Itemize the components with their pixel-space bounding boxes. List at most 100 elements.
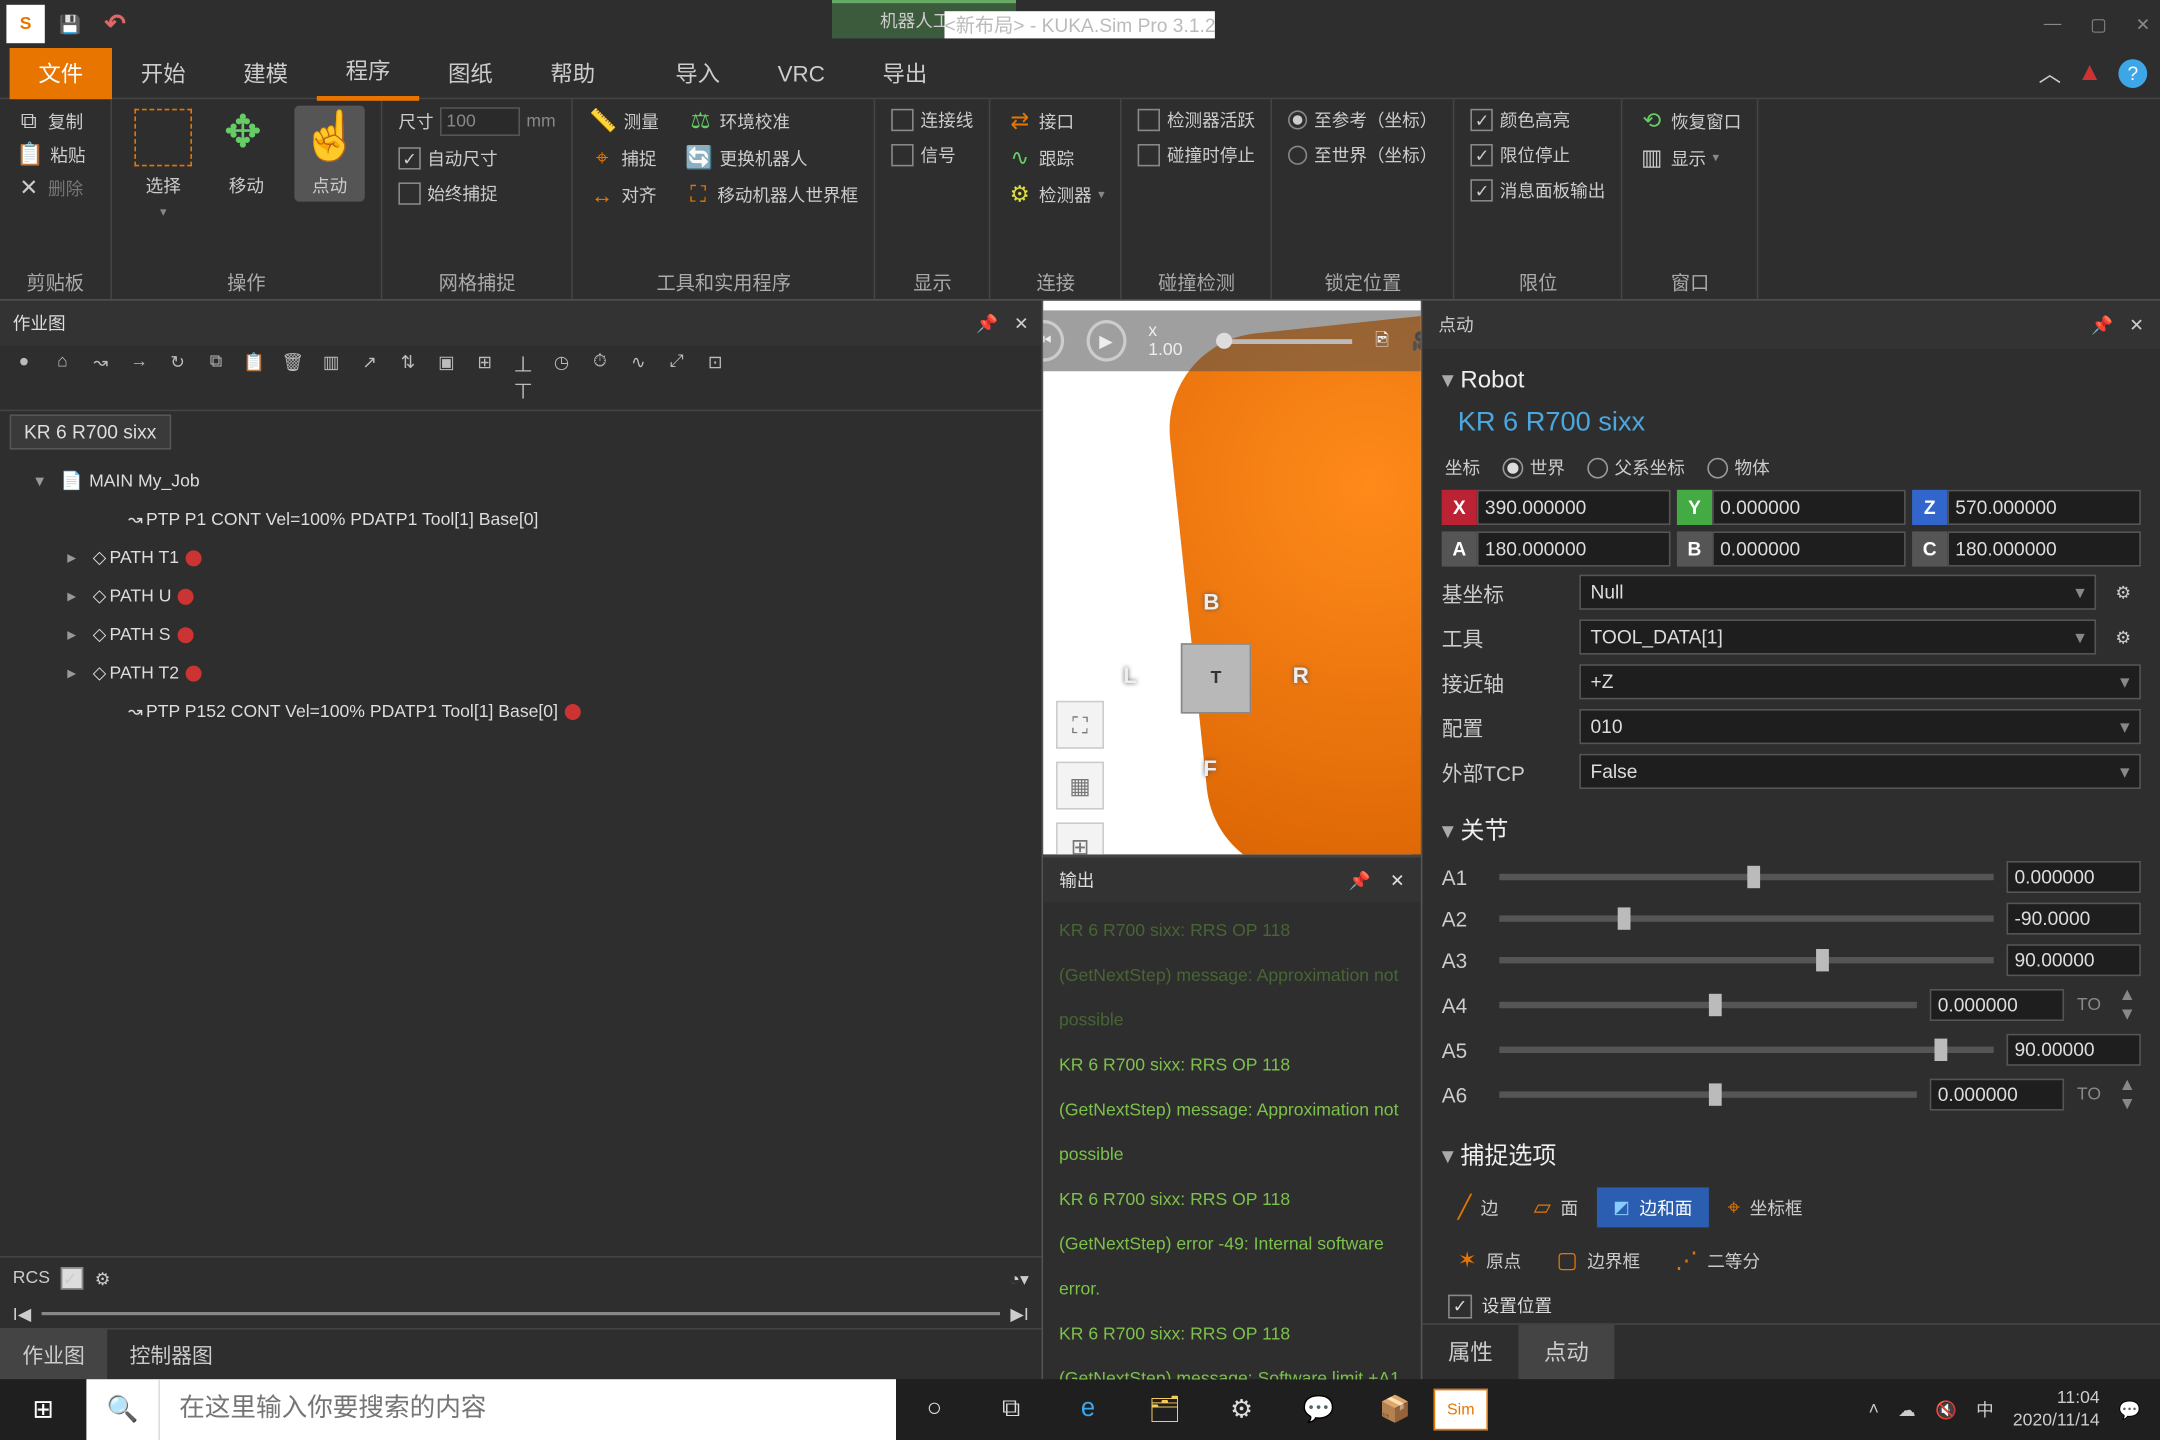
move-button[interactable]: 移动 [211, 106, 281, 202]
tb-icon[interactable]: 丄丅 [509, 352, 538, 403]
explorer-icon[interactable]: 🗂 [1126, 1379, 1203, 1440]
section-joints[interactable]: 关节 [1435, 803, 2147, 856]
taskview-icon[interactable]: ⧉ [973, 1379, 1050, 1440]
gear-icon[interactable]: ⚙ [95, 1268, 111, 1289]
timeline[interactable]: I◀▶I [0, 1299, 1042, 1328]
navcube-top[interactable]: T [1181, 643, 1251, 713]
breadcrumb-robot[interactable]: KR 6 R700 sixx [10, 414, 171, 449]
tb-icon[interactable]: ▥ [317, 352, 346, 403]
coord-x-input[interactable] [1477, 490, 1671, 525]
snap-button[interactable]: ⌖捕捉 [589, 142, 656, 172]
tb-icon[interactable]: 🗑 [278, 352, 307, 403]
search-icon[interactable]: 🔍 [86, 1379, 160, 1440]
base-gear-icon[interactable]: ⚙ [2106, 574, 2141, 609]
timeline-end-icon[interactable]: ▶I [1010, 1303, 1028, 1324]
maximize-icon[interactable]: ▢ [2090, 14, 2107, 35]
stop-on-collision-checkbox[interactable]: 碰撞时停止 [1138, 141, 1255, 170]
kukasim-icon[interactable]: Sim [1434, 1389, 1488, 1431]
tool-gear-icon[interactable]: ⚙ [2106, 619, 2141, 654]
grid-size-input[interactable] [440, 107, 520, 136]
approach-dropdown[interactable]: +Z [1579, 664, 2141, 699]
ribbon-collapse-icon[interactable]: ︿ [2039, 57, 2061, 89]
joint-slider[interactable] [1499, 874, 1993, 880]
set-position-checkbox[interactable]: ✓设置位置 [1435, 1286, 2147, 1323]
joint-value-input[interactable] [2006, 861, 2140, 893]
section-snap[interactable]: 捕捉选项 [1435, 1128, 2147, 1181]
tb-icon[interactable]: 📋 [240, 352, 269, 403]
tray-notifications-icon[interactable]: 💬 [2119, 1399, 2141, 1420]
wechat-icon[interactable]: 💬 [1280, 1379, 1357, 1440]
measure-button[interactable]: 📏测量 [589, 106, 659, 136]
joint-spinner[interactable]: ▲▼ [2118, 986, 2140, 1024]
alert-icon[interactable]: ▲ [2077, 58, 2102, 87]
pin-icon[interactable]: 📌 [976, 313, 998, 334]
tb-icon[interactable]: ↝ [86, 352, 115, 403]
paste-button[interactable]: 📋粘贴 [16, 139, 86, 169]
tab-controller[interactable]: 控制器图 [107, 1330, 235, 1380]
tb-icon[interactable]: ◷ [547, 352, 576, 403]
tab-file[interactable]: 文件 [10, 47, 112, 98]
output-pin-icon[interactable]: 📌 [1349, 870, 1371, 891]
save-icon[interactable]: 💾 [51, 5, 89, 43]
detector-button[interactable]: ⚙检测器▾ [1007, 179, 1105, 209]
sim-rewind-icon[interactable]: ⏮ [1043, 320, 1064, 362]
sim-export-pdf-icon[interactable]: 🖻 [1375, 326, 1389, 356]
help-icon[interactable]: ? [2118, 58, 2147, 87]
joint-value-input[interactable] [2006, 902, 2140, 934]
tab-help[interactable]: 帮助 [522, 47, 624, 98]
tb-icon[interactable]: ⧉ [202, 352, 231, 403]
trace-button[interactable]: ∿跟踪 [1007, 142, 1074, 172]
view-grid-icon[interactable]: ⊞ [1056, 822, 1104, 854]
tray-expand-icon[interactable]: ˄ [1869, 1400, 1879, 1419]
coord-world-radio[interactable]: 世界 [1502, 454, 1564, 480]
minimize-icon[interactable]: ― [2044, 14, 2062, 35]
copy-button[interactable]: ⧉复制 [16, 106, 83, 136]
tray-clock[interactable]: 11:042020/11/14 [2013, 1387, 2100, 1432]
select-button[interactable]: 选择▾ [128, 106, 198, 223]
tab-start[interactable]: 开始 [112, 47, 214, 98]
joint-slider[interactable] [1499, 957, 1993, 963]
tb-icon[interactable]: ● [10, 352, 39, 403]
tool-dropdown[interactable]: TOOL_DATA[1] [1579, 619, 2096, 654]
navcube-front[interactable]: F [1203, 755, 1217, 781]
coord-a-input[interactable] [1477, 531, 1671, 566]
program-tree[interactable]: ▾📄MAIN My_Job ↝PTP P1 CONT Vel=100% PDAT… [0, 453, 1042, 1256]
jog-close-icon[interactable]: ✕ [2129, 314, 2144, 335]
restore-window-button[interactable]: ⟲恢复窗口 [1639, 106, 1741, 136]
show-dropdown[interactable]: ▥显示 ▾ [1639, 142, 1719, 172]
coord-parent-radio[interactable]: 父系坐标 [1587, 454, 1685, 480]
limit-stop-checkbox[interactable]: ✓限位停止 [1471, 141, 1570, 170]
navcube-left[interactable]: L [1123, 662, 1137, 688]
clock-icon[interactable]: ◔▾ [1009, 1270, 1028, 1289]
snap-edgeface[interactable]: ◩边和面 [1597, 1187, 1708, 1227]
coord-y-input[interactable] [1712, 490, 1906, 525]
lock-to-ref-radio[interactable]: 至参考（坐标） [1289, 106, 1438, 135]
tab-drawing[interactable]: 图纸 [419, 47, 521, 98]
auto-size-checkbox[interactable]: ✓自动尺寸 [398, 144, 497, 173]
joint-slider[interactable] [1499, 915, 1993, 921]
coord-b-input[interactable] [1712, 531, 1906, 566]
snap-frame[interactable]: ⌖坐标框 [1711, 1187, 1818, 1227]
tab-export[interactable]: 导出 [854, 47, 956, 98]
tb-icon[interactable]: ⊡ [701, 352, 730, 403]
snap-bbox[interactable]: ▢边界框 [1540, 1240, 1656, 1280]
snap-face[interactable]: ▱面 [1518, 1187, 1594, 1227]
sim-record-icon[interactable]: 🎥 [1412, 330, 1421, 351]
undo-icon[interactable]: ↶ [96, 5, 134, 43]
tb-icon[interactable]: ⌂ [48, 352, 77, 403]
sim-play-icon[interactable]: ▶ [1086, 320, 1126, 362]
joint-slider[interactable] [1499, 1002, 1917, 1008]
navcube-back[interactable]: B [1203, 589, 1219, 615]
cortana-icon[interactable]: ○ [896, 1379, 973, 1440]
joint-value-input[interactable] [1930, 989, 2064, 1021]
joint-slider[interactable] [1499, 1091, 1917, 1097]
delete-button[interactable]: ✕删除 [16, 173, 83, 203]
navcube-right[interactable]: R [1293, 662, 1309, 688]
tb-icon[interactable]: ↻ [163, 352, 192, 403]
tray-cloud-icon[interactable]: ☁ [1898, 1399, 1916, 1420]
message-output-checkbox[interactable]: ✓消息面板输出 [1471, 176, 1605, 205]
signal-checkbox[interactable]: 信号 [892, 141, 956, 170]
tab-jobtree[interactable]: 作业图 [0, 1330, 107, 1380]
nav-cube[interactable]: T B F L R [1104, 566, 1328, 790]
tab-vrc[interactable]: VRC [749, 50, 854, 95]
